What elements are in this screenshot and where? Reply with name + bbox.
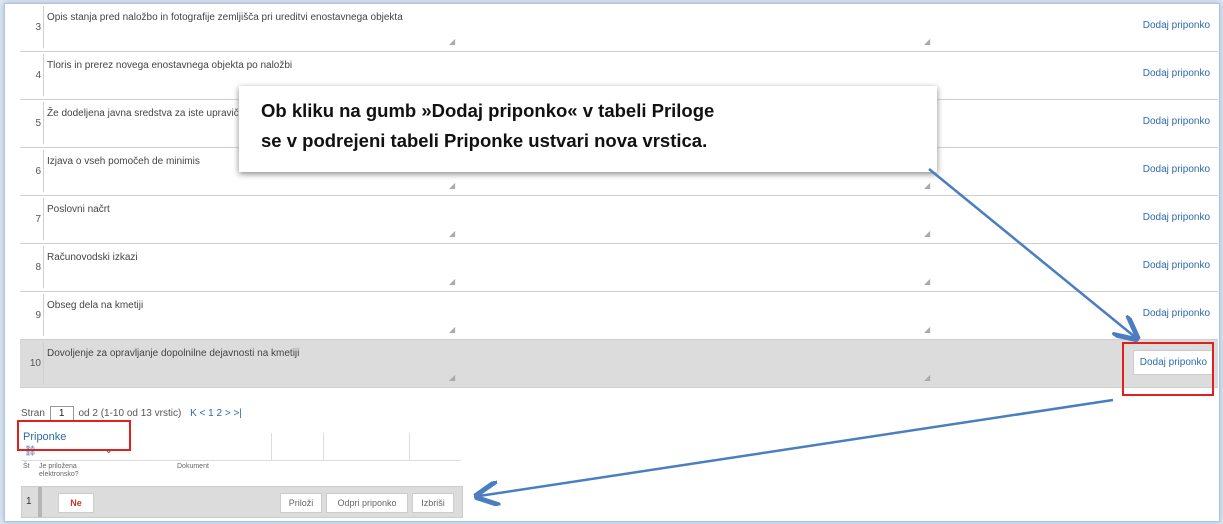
- delete-button[interactable]: Izbriši: [412, 493, 454, 513]
- resize-grip-icon[interactable]: ◢: [449, 181, 455, 190]
- table-row[interactable]: 9 Obseg dela na kmetiji ◢ ◢ Dodaj priponko: [20, 292, 1218, 340]
- description-text: Dovoljenje za opravljanje dopolnilne dej…: [47, 348, 300, 359]
- app-frame: 3 Opis stanja pred naložbo in fotografije…: [4, 3, 1220, 522]
- add-attachment-button[interactable]: Dodaj priponko: [1143, 212, 1210, 223]
- row-number: 6: [35, 166, 41, 177]
- filter-sep: [271, 433, 272, 461]
- description-text: Opis stanja pred naložbo in fotografije …: [47, 12, 403, 23]
- row-number: 3: [35, 22, 41, 33]
- add-attachment-button[interactable]: Dodaj priponko: [1143, 20, 1210, 31]
- pager: Stran 1 od 2 (1-10 od 13 vrstic) K < 1 2…: [21, 406, 242, 421]
- add-attachment-button[interactable]: Dodaj priponko: [1143, 308, 1210, 319]
- description-cell[interactable]: Obseg dela na kmetiji ◢ ◢: [43, 294, 930, 336]
- resize-grip-icon[interactable]: ◢: [924, 37, 930, 46]
- header-document: Dokument: [177, 463, 209, 470]
- description-cell[interactable]: Poslovni načrt ◢ ◢: [43, 198, 930, 240]
- description-text: Obseg dela na kmetiji: [47, 300, 144, 311]
- attach-button[interactable]: Priloži: [280, 493, 322, 513]
- resize-grip-icon[interactable]: ◢: [449, 373, 455, 382]
- attachments-grid: 3 Opis stanja pred naložbo in fotografije…: [20, 4, 1218, 388]
- highlight-add-button: [1122, 342, 1214, 396]
- description-text: Tloris in prerez novega enostavnega obje…: [47, 60, 293, 71]
- table-row[interactable]: 10 Dovoljenje za opravljanje dopolnilne d…: [20, 340, 1218, 388]
- page-input[interactable]: 1: [49, 406, 74, 421]
- resize-grip-icon[interactable]: ◢: [924, 277, 930, 286]
- add-attachment-button[interactable]: Dodaj priponko: [1143, 68, 1210, 79]
- annotation-callout: Ob kliku na gumb »Dodaj priponko« v tabe…: [239, 86, 937, 172]
- add-attachment-button[interactable]: Dodaj priponko: [1143, 164, 1210, 175]
- resize-grip-icon[interactable]: ◢: [449, 325, 455, 334]
- filter-sep: [323, 433, 324, 461]
- row-number: 4: [35, 70, 41, 81]
- pager-nav[interactable]: K < 1 2 > >|: [190, 408, 242, 419]
- filter-sep: [409, 433, 410, 461]
- description-cell[interactable]: Računovodski izkazi ◢ ◢: [43, 246, 930, 288]
- table-row[interactable]: 8 Računovodski izkazi ◢ ◢ Dodaj priponko: [20, 244, 1218, 292]
- arrow-to-subtable: [479, 398, 1114, 496]
- highlight-subtable-title: [17, 420, 131, 451]
- resize-grip-icon[interactable]: ◢: [449, 277, 455, 286]
- electronic-badge[interactable]: Ne: [58, 493, 94, 513]
- callout-line-1: Ob kliku na gumb »Dodaj priponko« v tabe…: [261, 100, 715, 121]
- description-cell[interactable]: Opis stanja pred naložbo in fotografije …: [43, 6, 930, 48]
- resize-grip-icon[interactable]: ◢: [924, 181, 930, 190]
- resize-grip-icon[interactable]: ◢: [924, 325, 930, 334]
- row-number: 5: [35, 118, 41, 129]
- row-number: 9: [35, 310, 41, 321]
- row-number: 7: [35, 214, 41, 225]
- add-attachment-button[interactable]: Dodaj priponko: [1143, 260, 1210, 271]
- pager-summary: od 2 (1-10 od 13 vrstic): [78, 408, 182, 419]
- row-number: 10: [29, 358, 41, 369]
- open-attachment-button[interactable]: Odpri priponko: [326, 493, 408, 513]
- table-row[interactable]: 3 Opis stanja pred naložbo in fotografije…: [20, 4, 1218, 52]
- description-cell[interactable]: Dovoljenje za opravljanje dopolnilne dej…: [43, 342, 930, 384]
- header-electronic: Je priložena elektronsko?: [39, 463, 79, 478]
- add-attachment-button[interactable]: Dodaj priponko: [1143, 116, 1210, 127]
- table-row[interactable]: 7 Poslovni načrt ◢ ◢ Dodaj priponko: [20, 196, 1218, 244]
- callout-line-2: se v podrejeni tabeli Priponke ustvari n…: [261, 130, 708, 151]
- resize-grip-icon[interactable]: ◢: [924, 373, 930, 382]
- resize-grip-icon[interactable]: ◢: [924, 229, 930, 238]
- description-text: Računovodski izkazi: [47, 252, 138, 263]
- resize-grip-icon[interactable]: ◢: [449, 37, 455, 46]
- subtable-row: 1 Ne Priloži Odpri priponko Izbriši: [21, 486, 463, 518]
- row-number: 8: [35, 262, 41, 273]
- row-marker: [38, 487, 42, 517]
- resize-grip-icon[interactable]: ◢: [449, 229, 455, 238]
- row-num: 1: [26, 496, 32, 507]
- description-text: Poslovni načrt: [47, 204, 110, 215]
- pager-label: Stran: [21, 408, 45, 419]
- header-num: Št: [23, 463, 30, 470]
